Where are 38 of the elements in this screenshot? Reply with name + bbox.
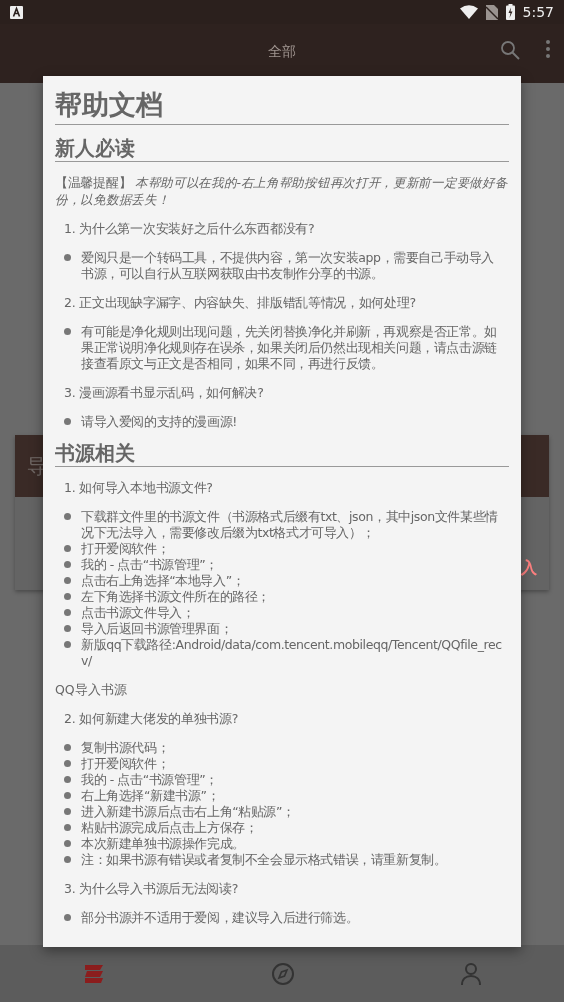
bullet-text: 下载群文件里的书源文件（书源格式后缀有txt、json，其中json文件某些情况下无法导入，需要修改后缀为txt格式才可导入）； xyxy=(81,509,499,541)
section-heading: 书源相关 xyxy=(55,440,509,467)
question-number: 2. xyxy=(64,294,76,311)
bullet-text: 进入新建书源后点击右上角“粘贴源”； xyxy=(81,804,296,820)
dialog-title: 帮助文档 xyxy=(55,88,509,125)
paragraph-text: QQ导入书源 xyxy=(55,681,128,698)
bullet-text: 部分书源并不适用于爱阅，建议导入后进行筛选。 xyxy=(81,910,360,926)
bullet-text: 我的 - 点击“书源管理”； xyxy=(81,557,219,573)
question-text: 漫画源看书显示乱码，如何解决? xyxy=(79,384,264,401)
question-text: 如何导入本地书源文件? xyxy=(79,479,213,496)
bullet-text: 右上角选择“新建书源”； xyxy=(81,788,221,804)
bullet-text: 我的 - 点击“书源管理”； xyxy=(81,772,219,788)
question-text: 为什么导入书源后无法阅读? xyxy=(79,880,239,897)
bullet-text: 有可能是净化规则出现问题，先关闭替换净化并刷新，再观察是否正常。如果正常说明净化规则存在误杀，如果关闭后仍然出现相关问题，请点击源链接查看原文与正文是否相同，如果不同，再进行反馈。 xyxy=(81,324,498,372)
tip-text: 【温馨提醒】 本帮助可以在我的-右上角帮助按钮再次打开，更新前一定要做好备份，以免数据丢失！ xyxy=(55,174,509,208)
section-heading: 新人必读 xyxy=(55,135,509,162)
question-number: 2. xyxy=(64,710,76,727)
question-number: 1. xyxy=(64,479,76,496)
question-number: 1. xyxy=(64,220,76,237)
status-time: 5:57 xyxy=(522,4,554,20)
bullet-text: 粘贴书源完成后点击上方保存； xyxy=(81,820,259,836)
bullet-text: 点击右上角选择“本地导入”； xyxy=(81,573,246,589)
bullet-text: 导入后返回书源管理界面； xyxy=(81,621,234,637)
question-text: 如何新建大佬发的单独书源? xyxy=(79,710,239,727)
bullet-text: 爱阅只是一个转码工具，不提供内容，第一次安装app，需要自己手动导入书源，可以自行从互联网获取由书友制作分享的书源。 xyxy=(81,250,495,282)
bullet-text: 新版qq下载路径:Android/data/com.tencent.mobileqq/Tencent/QQfile_recv/ xyxy=(81,637,503,669)
bullet-text: 复制书源代码； xyxy=(81,740,171,756)
bullet-text: 请导入爱阅的支持的漫画源! xyxy=(81,414,238,430)
question-text: 为什么第一次安装好之后什么东西都没有? xyxy=(79,220,315,237)
question-text: 正文出现缺字漏字、内容缺失、排版错乱等情况，如何处理? xyxy=(79,294,416,311)
bullet-text: 打开爱阅软件； xyxy=(81,541,171,557)
bullet-text: 点击书源文件导入； xyxy=(81,605,196,621)
question-number: 3. xyxy=(64,384,76,401)
bullet-text: 左下角选择书源文件所在的路径； xyxy=(81,589,271,605)
bullet-text: 注：如果书源有错误或者复制不全会显示格式错误，请重新复制。 xyxy=(81,852,448,868)
bullet-text: 本次新建单独书源操作完成。 xyxy=(81,836,246,852)
bullet-text: 打开爱阅软件； xyxy=(81,756,171,772)
question-number: 3. xyxy=(64,880,76,897)
